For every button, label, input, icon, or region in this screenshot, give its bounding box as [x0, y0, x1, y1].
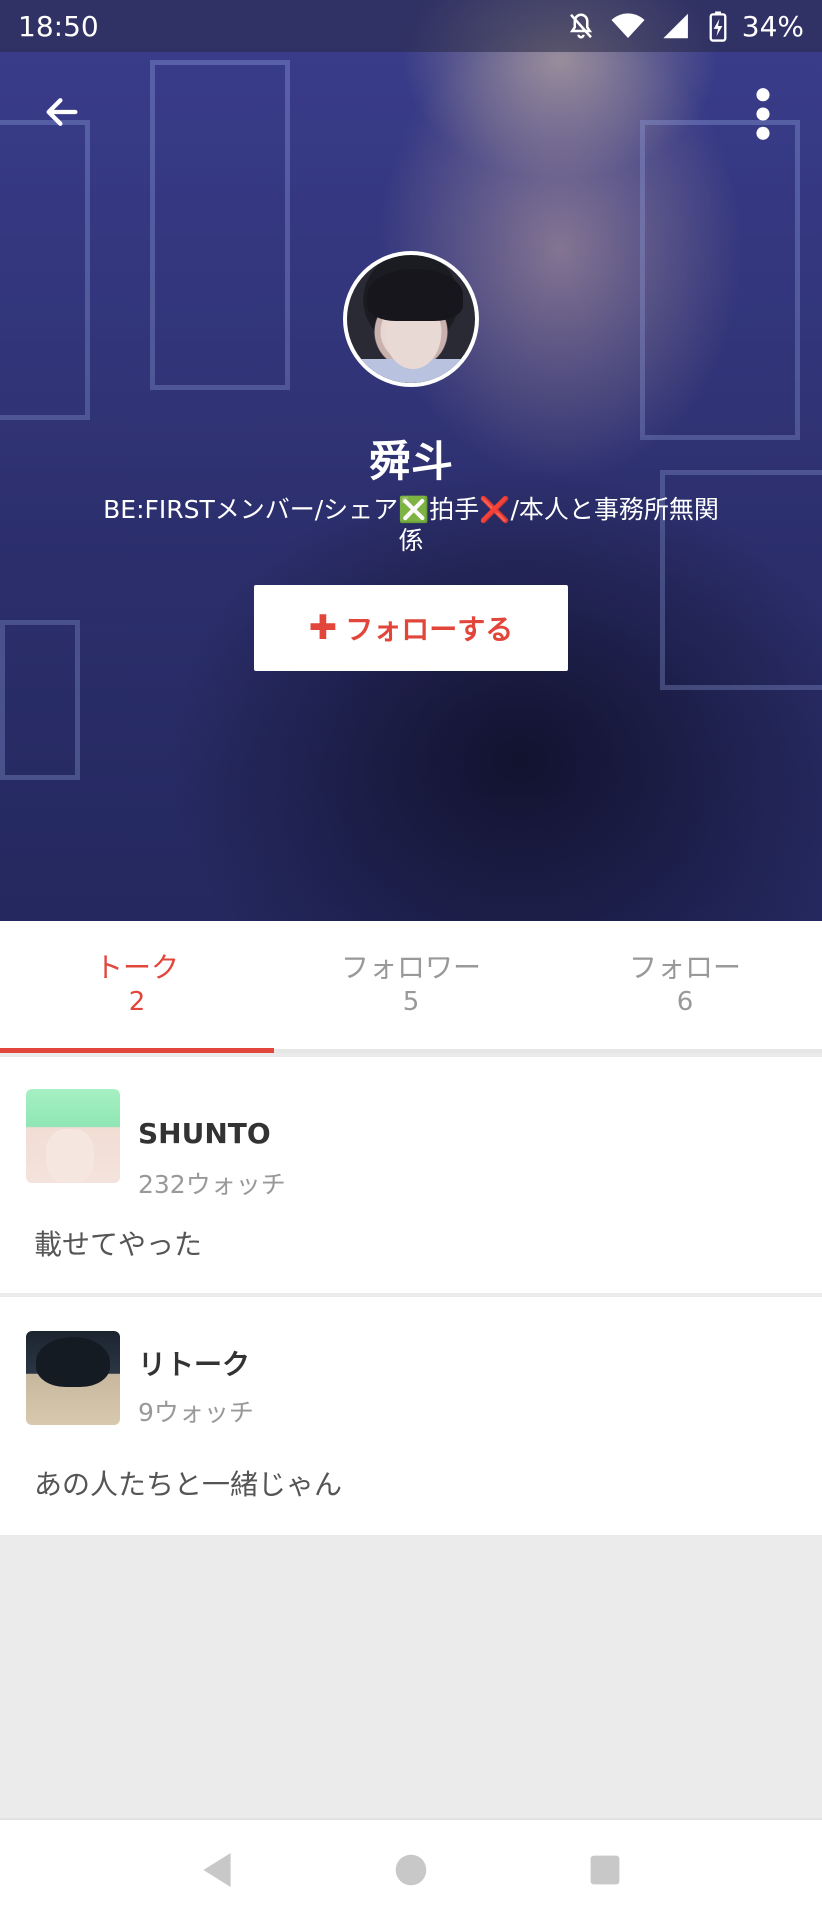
list-item[interactable]: SHUNTO 232ウォッチ 載せてやった [0, 1057, 822, 1293]
tab-label: フォロワー [340, 951, 481, 984]
post-text: 載せてやった [34, 1228, 203, 1261]
tab-following[interactable]: フォロー 6 [548, 921, 822, 1049]
tab-label: トーク [94, 951, 179, 984]
more-options-button[interactable] [740, 84, 786, 144]
post-username[interactable]: リトーク [138, 1343, 250, 1383]
plus-icon: ✚ [308, 608, 338, 648]
avatar-hair [367, 269, 463, 321]
home-circle-icon [395, 1854, 427, 1886]
profile-avatar[interactable] [343, 251, 479, 387]
more-vertical-icon [756, 88, 770, 140]
nav-back-button[interactable] [187, 1840, 247, 1900]
post-avatar[interactable] [26, 1089, 120, 1183]
profile-header: 18:50 34% 舜斗 BE:FIRSTメンバー/シェア❎拍手❌/本人と事務所… [0, 0, 822, 921]
tab-label: フォロー [628, 951, 741, 984]
post-username[interactable]: SHUNTO [138, 1117, 271, 1150]
nav-home-button[interactable] [381, 1840, 441, 1900]
arrow-left-icon [46, 98, 78, 126]
profile-name: 舜斗 [368, 437, 453, 486]
post-text: あの人たちと一緒じゃん [34, 1468, 343, 1501]
tab-count: 2 [128, 987, 146, 1017]
recents-square-icon [590, 1855, 620, 1885]
status-time: 18:50 [18, 9, 99, 43]
nav-recents-button[interactable] [575, 1840, 635, 1900]
profile-tabs: トーク 2 フォロワー 5 フォロー 6 [0, 921, 822, 1053]
tab-count: 6 [676, 987, 694, 1017]
follow-button[interactable]: ✚ フォローする [254, 585, 568, 671]
wifi-icon [611, 13, 645, 38]
post-watch-count: 9ウォッチ [138, 1398, 254, 1427]
tab-talk[interactable]: トーク 2 [0, 921, 274, 1053]
back-triangle-icon [203, 1853, 231, 1887]
bell-off-icon [569, 13, 592, 39]
battery-percent: 34% [741, 9, 804, 43]
back-button[interactable] [34, 84, 90, 140]
post-avatar[interactable] [26, 1331, 120, 1425]
follow-button-label: フォローする [345, 613, 514, 646]
tab-count: 5 [402, 987, 420, 1017]
system-nav-bar [0, 1818, 822, 1920]
profile-bio: BE:FIRSTメンバー/シェア❎拍手❌/本人と事務所無関 係 [103, 495, 719, 555]
battery-charging-icon [709, 11, 727, 42]
status-icons: 34% [566, 10, 804, 43]
list-item[interactable]: リトーク 9ウォッチ あの人たちと一緒じゃん [0, 1297, 822, 1535]
status-bar: 18:50 34% [0, 0, 822, 52]
post-watch-count: 232ウォッチ [138, 1170, 286, 1199]
tab-followers[interactable]: フォロワー 5 [274, 921, 548, 1049]
signal-icon [663, 13, 688, 39]
